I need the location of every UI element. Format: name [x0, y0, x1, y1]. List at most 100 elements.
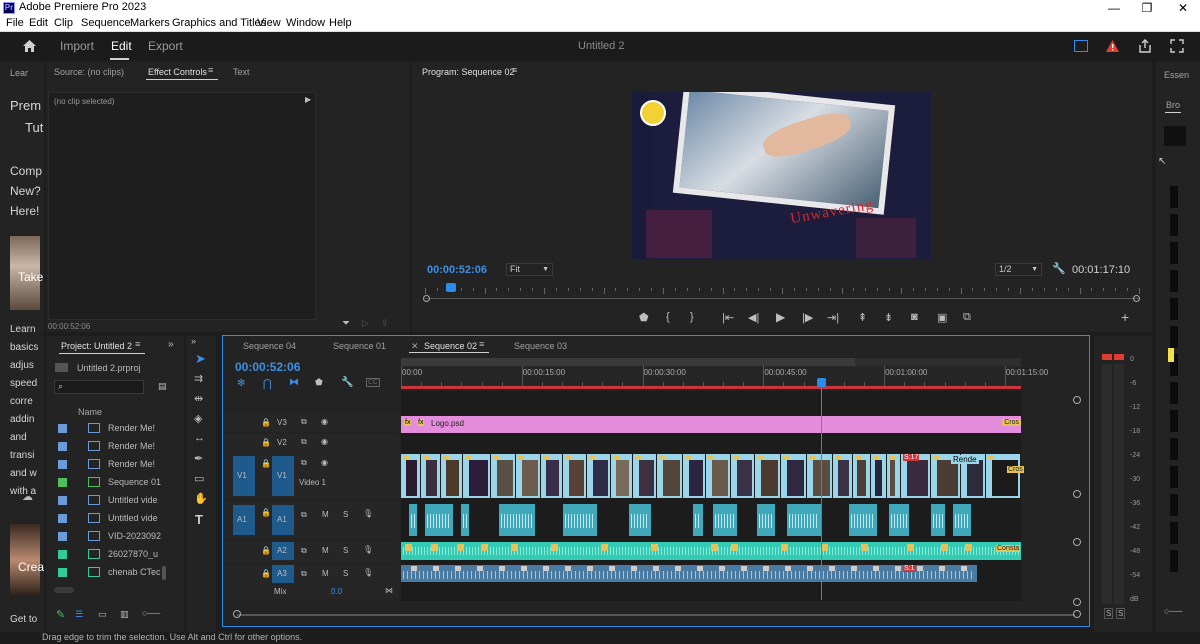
close-tab-icon[interactable]: ✕	[411, 341, 419, 352]
zoom-slider-icon[interactable]: ○──	[142, 608, 160, 618]
vertical-zoom-handle-top[interactable]	[1073, 396, 1081, 404]
button-editor-plus-icon[interactable]: +	[1121, 309, 1129, 325]
video-clip[interactable]	[781, 454, 806, 498]
sync-lock-icon[interactable]: ⧉	[301, 510, 307, 520]
graphics-template-thumbnail[interactable]	[1170, 186, 1178, 208]
audio-clip[interactable]	[713, 504, 737, 536]
audio-clip[interactable]	[931, 504, 945, 536]
mark-in-icon[interactable]: {	[666, 311, 670, 323]
minimize-icon[interactable]: —	[1097, 0, 1131, 16]
cloud-icon[interactable]: ☁	[22, 490, 33, 503]
panel-menu-icon[interactable]: ≡	[208, 65, 213, 75]
menu-sequence[interactable]: Sequence	[81, 17, 131, 29]
name-column-header[interactable]: Name	[78, 407, 102, 417]
fullscreen-icon[interactable]	[1170, 39, 1184, 53]
list-item[interactable]: Sequence 01	[54, 474, 172, 492]
selection-tool-icon[interactable]: ➤	[195, 351, 206, 367]
microphone-icon[interactable]: 🎙	[363, 545, 373, 554]
new-bin-icon[interactable]: ▤	[158, 381, 167, 392]
captions-icon[interactable]: CC	[366, 378, 381, 387]
constant-power-transition[interactable]: Consta	[996, 545, 1021, 552]
close-icon[interactable]: ✕	[1166, 0, 1200, 16]
audio-clip[interactable]	[409, 504, 417, 536]
track-target-v1[interactable]: V1	[272, 456, 294, 496]
cross-dissolve-transition[interactable]: Cros	[1002, 419, 1021, 426]
solo-button[interactable]: S	[343, 510, 348, 519]
graphics-template-thumbnail[interactable]	[1170, 270, 1178, 292]
graphics-template-thumbnail[interactable]	[1170, 242, 1178, 264]
audio-clip[interactable]	[787, 504, 821, 536]
audio-clip[interactable]	[401, 565, 977, 582]
lift-icon[interactable]: ⇞	[858, 311, 867, 324]
video-clip[interactable]	[587, 454, 610, 498]
video-clip[interactable]	[706, 454, 730, 498]
extract-icon[interactable]: ⇟	[884, 311, 893, 324]
eye-icon[interactable]: ◉	[321, 437, 328, 446]
graphics-template-thumbnail[interactable]	[1170, 326, 1178, 348]
eye-icon[interactable]: ◉	[321, 417, 328, 426]
logo-clip[interactable]: fx fx Logo.psd Cros	[401, 416, 1021, 433]
sync-lock-icon[interactable]: ⧉	[301, 437, 307, 447]
play-only-icon[interactable]: ▷	[362, 318, 369, 329]
nest-icon[interactable]: ✻	[237, 378, 245, 389]
lock-icon[interactable]: 🔒	[261, 418, 271, 427]
graphics-template-thumbnail[interactable]	[1170, 522, 1178, 544]
microphone-icon[interactable]: 🎙	[363, 568, 373, 577]
rectangle-tool-icon[interactable]: ▭	[194, 472, 204, 485]
type-tool-icon[interactable]: T	[195, 512, 203, 527]
share-icon[interactable]	[1138, 39, 1152, 53]
go-to-out-icon[interactable]: ⇥|	[827, 311, 839, 324]
lock-icon[interactable]: 🔒	[261, 546, 271, 555]
program-scrub-bar[interactable]	[425, 298, 1139, 299]
horizontal-zoom-handle-right[interactable]	[1073, 610, 1081, 618]
audio-clip[interactable]	[401, 542, 1021, 560]
mute-button[interactable]: M	[322, 569, 329, 578]
audio-clip[interactable]	[849, 504, 877, 536]
pen-tool-icon[interactable]: ✒	[194, 452, 203, 465]
program-timecode[interactable]: 00:00:52:06	[427, 264, 487, 276]
pencil-icon[interactable]: ✎	[56, 608, 65, 621]
tab-sequence-01[interactable]: Sequence 01	[333, 341, 386, 351]
source-patch-a1[interactable]: A1	[233, 505, 255, 535]
video-clip[interactable]	[421, 454, 440, 498]
lock-icon[interactable]: 🔒	[261, 438, 271, 447]
tab-sequence-04[interactable]: Sequence 04	[243, 341, 296, 351]
vertical-zoom-handle[interactable]	[1073, 490, 1081, 498]
video-clip[interactable]	[516, 454, 540, 498]
timeline-playhead[interactable]	[817, 378, 827, 600]
video-clip[interactable]	[887, 454, 900, 498]
video-clip[interactable]	[633, 454, 656, 498]
project-tab[interactable]: Project: Untitled 2	[61, 341, 132, 351]
video-clip[interactable]	[611, 454, 632, 498]
settings-wrench-icon[interactable]: 🔧	[1052, 262, 1066, 275]
razor-tool-icon[interactable]: ◈	[194, 412, 202, 425]
video-clip[interactable]	[441, 454, 462, 498]
play-icon[interactable]: ▶	[776, 310, 785, 324]
panel-menu-icon[interactable]: ≡	[512, 65, 517, 75]
sync-lock-icon[interactable]: ⧉	[301, 569, 307, 579]
video-clip[interactable]	[401, 454, 420, 498]
audio-clip[interactable]	[693, 504, 703, 536]
list-view-icon[interactable]: ☰	[75, 609, 83, 620]
tab-text[interactable]: Text	[233, 67, 250, 77]
horizontal-zoom-handle-left[interactable]	[233, 610, 241, 618]
mix-expand-icon[interactable]: ⋈	[385, 586, 393, 595]
project-scrollbar[interactable]	[162, 566, 166, 580]
audio-clip[interactable]	[563, 504, 597, 536]
video-clip[interactable]	[755, 454, 780, 498]
comparison-view-icon[interactable]: ▣	[937, 311, 947, 324]
panel-menu-icon[interactable]: ≡	[479, 339, 484, 349]
lock-icon[interactable]: 🔒	[261, 459, 271, 468]
program-monitor-title[interactable]: Program: Sequence 02	[422, 67, 515, 77]
solo-right-button[interactable]: S	[1116, 608, 1126, 619]
list-item[interactable]: Render Me!	[54, 438, 172, 456]
zoom-select[interactable]: Fit ▼	[506, 263, 553, 276]
cross-dissolve-transition[interactable]: Cros	[1007, 466, 1024, 473]
menu-clip[interactable]: Clip	[54, 17, 73, 29]
solo-button[interactable]: S	[343, 569, 348, 578]
timeline-horizontal-scrollbar[interactable]	[237, 614, 1075, 616]
video-clip[interactable]	[871, 454, 886, 498]
solo-button[interactable]: S	[343, 546, 348, 555]
video-clip[interactable]	[563, 454, 586, 498]
video-clip[interactable]	[986, 454, 1020, 498]
